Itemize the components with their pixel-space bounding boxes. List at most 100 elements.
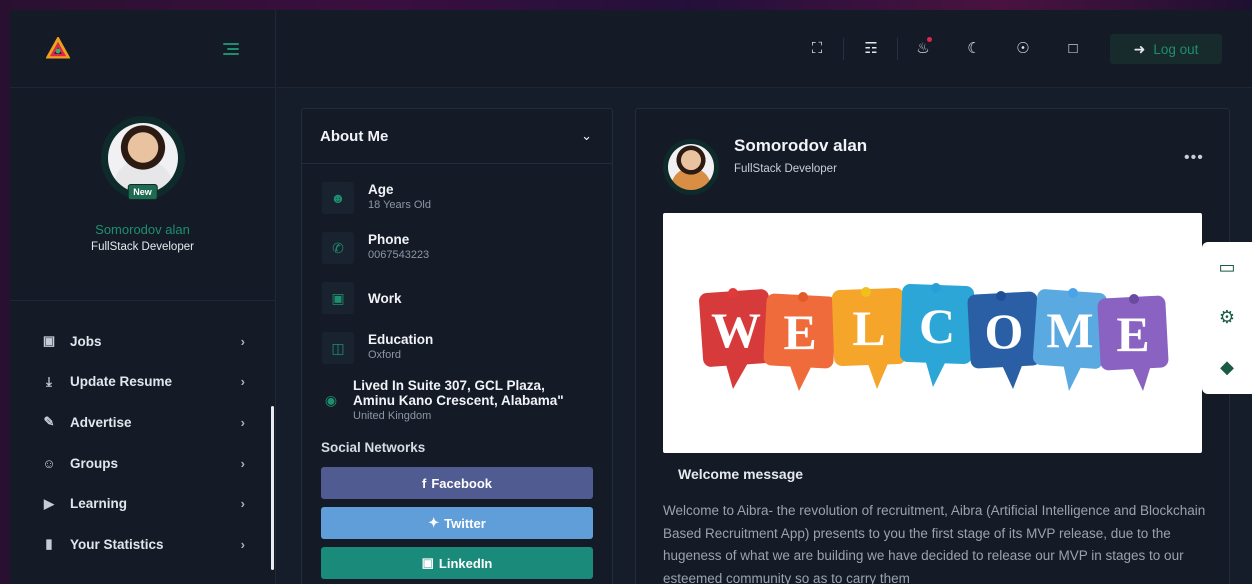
download-icon: ⤓ [46, 373, 52, 389]
post-card: Somorodov alan FullStack Developer ••• W… [635, 108, 1230, 584]
chevron-right-icon: › [240, 496, 245, 512]
sidebar-item-update-resume[interactable]: ⤓ Update Resume › [10, 362, 275, 403]
settings-gears-icon[interactable]: ⚙ [1202, 292, 1252, 342]
moon-icon[interactable]: ☾ [965, 40, 983, 58]
sidebar-scrollbar[interactable] [271, 406, 274, 570]
floating-tools-panel: ▭ ⚙ ◆ [1202, 242, 1252, 394]
profile-role: FullStack Developer [91, 241, 194, 253]
chat-icon[interactable]: □ [1064, 40, 1082, 58]
education-value: Oxford [368, 349, 402, 361]
lightbulb-icon[interactable]: ☉ [1014, 40, 1032, 58]
linkedin-icon: ▣ [421, 555, 434, 570]
brand-bar [10, 10, 275, 88]
facebook-label: Facebook [431, 475, 493, 491]
location-country: United Kingdom [353, 410, 432, 422]
sidebar-item-label: Groups [70, 455, 119, 471]
phone-label: Phone [368, 232, 410, 247]
chevron-right-icon: › [240, 374, 245, 390]
welcome-letter: O [985, 303, 1024, 359]
sidebar-item-label: Jobs [70, 333, 102, 349]
sidebar-item-label: Learning [70, 496, 128, 512]
linkedin-button[interactable]: ▣ LinkedIn [321, 547, 593, 579]
twitter-button[interactable]: ✦ Twitter [321, 507, 593, 539]
avatar[interactable]: New [100, 116, 185, 200]
welcome-letter: E [783, 304, 816, 360]
sidebar-item-jobs[interactable]: ▣ Jobs › [10, 321, 275, 362]
info-age: ☻ Age 18 Years Old [302, 182, 612, 214]
divider [843, 38, 844, 60]
welcome-letter: L [852, 300, 885, 356]
location-line1: Lived In Suite 307, GCL Plaza, [353, 378, 545, 393]
sidebar: New Somorodov alan FullStack Developer ▣… [10, 10, 276, 584]
top-header: ⛶ ☶ ♨ ☾ ☉ □ ➜ Log out [277, 10, 1252, 88]
new-badge: New [127, 184, 158, 200]
location-pin-icon: ◉ [324, 391, 338, 408]
post-avatar[interactable] [663, 139, 719, 195]
sidebar-item-label: Your Statistics [70, 536, 164, 552]
logout-label: Log out [1153, 41, 1199, 57]
education-label: Education [368, 332, 434, 347]
post-author-name[interactable]: Somorodov alan [734, 136, 867, 156]
fullscreen-icon[interactable]: ⛶ [808, 40, 826, 58]
translate-icon[interactable]: ☶ [862, 40, 880, 58]
paint-bucket-icon[interactable]: ◆ [1202, 342, 1252, 392]
age-value: 18 Years Old [368, 199, 431, 211]
sidebar-item-label: Advertise [70, 414, 132, 430]
users-icon: ☺ [42, 455, 56, 471]
post-author-role: FullStack Developer [734, 163, 837, 175]
sidebar-item-learning[interactable]: ▶ Learning › [10, 483, 275, 524]
briefcase-icon: ▣ [322, 282, 354, 314]
chevron-right-icon: › [240, 414, 245, 430]
linkedin-label: LinkedIn [438, 555, 493, 571]
info-location: ◉ Lived In Suite 307, GCL Plaza, Aminu K… [302, 378, 612, 422]
welcome-letter: W [711, 302, 761, 358]
profile-name[interactable]: Somorodov alan [10, 222, 275, 237]
info-work: ▣ Work [302, 282, 612, 314]
video-icon: ▶ [44, 495, 54, 511]
twitter-icon: ✦ [428, 515, 440, 530]
book-icon: ◫ [322, 332, 354, 364]
bar-chart-icon: ▮ [45, 536, 53, 552]
facebook-icon: f [421, 475, 427, 491]
sidebar-item-your-statistics[interactable]: ▮ Your Statistics › [10, 524, 275, 565]
phone-value: 0067543223 [368, 249, 430, 261]
facebook-button[interactable]: f Facebook [321, 467, 593, 499]
chevron-right-icon: › [240, 333, 245, 349]
age-label: Age [368, 182, 394, 197]
chevron-down-icon[interactable]: ⌄ [581, 128, 592, 144]
about-me-card: About Me ⌄ ☻ Age 18 Years Old ✆ Phone 00… [301, 108, 613, 584]
menu-toggle-icon[interactable] [223, 42, 239, 55]
message-title: Welcome message [678, 466, 804, 482]
user-icon: ☻ [322, 182, 354, 214]
chevron-right-icon: › [240, 536, 245, 552]
briefcase-icon: ▣ [42, 333, 56, 349]
phone-icon: ✆ [322, 232, 354, 264]
sidebar-item-label: Update Resume [70, 374, 173, 390]
info-phone: ✆ Phone 0067543223 [302, 232, 612, 264]
sidebar-profile: New Somorodov alan FullStack Developer [10, 88, 275, 301]
bell-icon[interactable]: ♨ [914, 37, 932, 58]
notification-dot [927, 37, 932, 42]
sidebar-item-groups[interactable]: ☺ Groups › [10, 443, 275, 484]
welcome-image: W E L C O M E [663, 213, 1202, 453]
sidebar-nav: ▣ Jobs › ⤓ Update Resume › ✎ Advertise ›… [10, 301, 275, 565]
logout-icon: ➜ [1133, 40, 1146, 57]
about-me-title: About Me [320, 127, 389, 145]
more-options-icon[interactable]: ••• [1184, 149, 1204, 167]
message-body: Welcome to Aibra- the revolution of recr… [663, 503, 1206, 584]
sidebar-item-advertise[interactable]: ✎ Advertise › [10, 402, 275, 443]
edit-icon: ✎ [43, 414, 55, 430]
logout-button[interactable]: ➜ Log out [1110, 34, 1222, 64]
app-window: New Somorodov alan FullStack Developer ▣… [10, 10, 1252, 584]
welcome-letter: C [919, 298, 955, 354]
laptop-icon[interactable]: ▭ [1202, 242, 1252, 292]
about-me-header[interactable]: About Me ⌄ [302, 109, 612, 164]
social-networks-title: Social Networks [321, 440, 426, 455]
logo-icon[interactable] [45, 35, 71, 61]
welcome-letter: M [1046, 302, 1093, 358]
chevron-right-icon: › [240, 455, 245, 471]
twitter-label: Twitter [444, 515, 486, 531]
work-label: Work [368, 290, 402, 306]
location-line2: Aminu Kano Crescent, Alabama" [353, 393, 564, 408]
divider [897, 38, 898, 60]
